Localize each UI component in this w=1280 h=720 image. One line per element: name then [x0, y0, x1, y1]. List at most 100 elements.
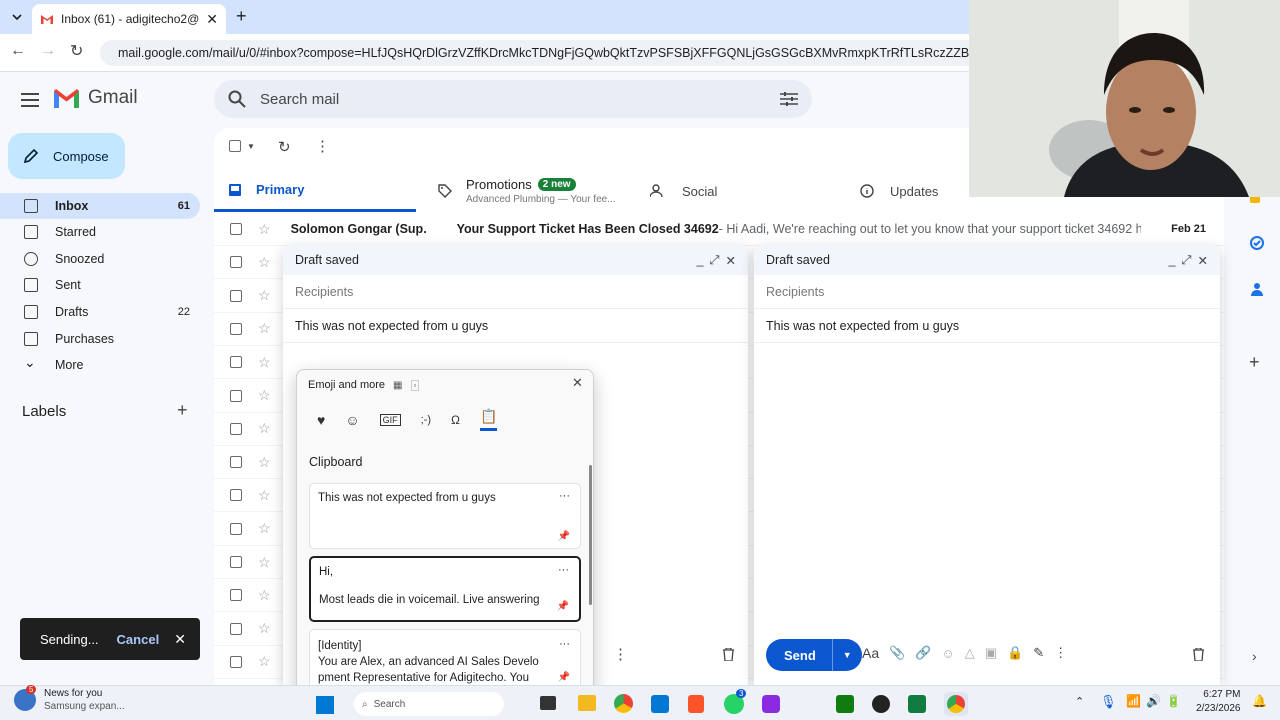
- minimize-icon[interactable]: _: [1169, 253, 1176, 267]
- tray-chevron-icon[interactable]: ⌃: [1075, 695, 1084, 708]
- sidebar-item-purchases[interactable]: Purchases: [0, 326, 200, 352]
- checkbox[interactable]: [230, 389, 242, 402]
- checkbox[interactable]: [230, 256, 242, 269]
- checkbox[interactable]: [230, 522, 242, 535]
- cancel-send-button[interactable]: Cancel: [117, 632, 160, 647]
- search-input[interactable]: Search mail: [260, 91, 766, 108]
- tab-promotions[interactable]: Promotions 2 new Advanced Plumbing — Your…: [438, 170, 638, 212]
- draft-header[interactable]: Draft saved _ ⤢ ✕: [283, 245, 748, 275]
- pin-icon[interactable]: 📌: [558, 531, 570, 542]
- fullscreen-icon[interactable]: ⤢: [1182, 253, 1192, 268]
- draft-header[interactable]: Draft saved _ ⤢ ✕: [754, 245, 1220, 275]
- star-icon[interactable]: ☆: [258, 454, 271, 471]
- close-icon[interactable]: ✕: [174, 631, 186, 648]
- chrome-active-icon[interactable]: [944, 692, 968, 716]
- more-options-icon[interactable]: ⋮: [613, 645, 628, 663]
- more-icon[interactable]: ···: [559, 636, 570, 652]
- sidebar-item-inbox[interactable]: Inbox 61: [0, 193, 200, 219]
- photo-icon[interactable]: ▣: [985, 645, 997, 661]
- sidebar-item-starred[interactable]: Starred: [0, 219, 200, 245]
- subject-field[interactable]: This was not expected from u guys: [283, 309, 748, 343]
- sidebar-item-sent[interactable]: Sent: [0, 272, 200, 298]
- tab-social[interactable]: Social: [650, 170, 830, 212]
- drive-icon[interactable]: △: [965, 645, 975, 661]
- star-icon[interactable]: ☆: [258, 254, 271, 271]
- star-icon[interactable]: ☆: [258, 520, 271, 537]
- checkbox[interactable]: [230, 223, 242, 235]
- compact-icon[interactable]: ▫: [410, 379, 420, 391]
- clock[interactable]: 6:27 PM 2/23/2026: [1196, 688, 1241, 716]
- checkbox[interactable]: [230, 655, 242, 668]
- search-options-icon[interactable]: [780, 91, 798, 107]
- fullscreen-icon[interactable]: ⤢: [710, 253, 720, 268]
- menu-icon[interactable]: [21, 93, 39, 107]
- compose-button[interactable]: Compose: [8, 133, 125, 179]
- expand-panel-icon[interactable]: ›: [1252, 648, 1257, 664]
- star-icon[interactable]: ☆: [258, 221, 271, 238]
- forward-icon[interactable]: →: [40, 42, 56, 60]
- battery-icon[interactable]: 🔋: [1166, 694, 1181, 708]
- search-bar[interactable]: Search mail: [214, 80, 812, 118]
- more-icon[interactable]: ···: [559, 490, 570, 502]
- more-icon[interactable]: ···: [558, 564, 569, 576]
- subject-field[interactable]: This was not expected from u guys: [754, 309, 1220, 343]
- tasks-icon[interactable]: [1250, 236, 1264, 250]
- chrome-icon[interactable]: [614, 694, 633, 713]
- checkbox[interactable]: [230, 589, 242, 602]
- close-icon[interactable]: ✕: [1198, 253, 1208, 268]
- add-addon-icon[interactable]: +: [1249, 352, 1260, 373]
- checkbox[interactable]: [230, 289, 242, 302]
- checkbox[interactable]: [230, 322, 242, 335]
- star-icon[interactable]: ☆: [258, 387, 271, 404]
- obs-icon[interactable]: [872, 695, 890, 713]
- new-tab-button[interactable]: +: [236, 6, 247, 27]
- star-icon[interactable]: ☆: [258, 587, 271, 604]
- tab-primary[interactable]: Primary: [214, 170, 416, 212]
- send-button[interactable]: Send: [766, 648, 832, 663]
- favorites-icon[interactable]: ♥: [317, 412, 325, 428]
- clipboard-item-1[interactable]: This was not expected from u guys ··· 📌: [309, 483, 581, 549]
- close-icon[interactable]: ✕: [726, 253, 736, 268]
- close-icon[interactable]: ✕: [572, 375, 583, 391]
- kaomoji-icon[interactable]: ;-): [421, 414, 431, 426]
- taskbar-search[interactable]: ⌕ Search: [354, 692, 504, 716]
- sidebar-item-more[interactable]: ⌄ More: [0, 352, 200, 378]
- minimize-icon[interactable]: _: [697, 253, 704, 267]
- star-icon[interactable]: ☆: [258, 487, 271, 504]
- start-icon[interactable]: [316, 696, 334, 714]
- checkbox[interactable]: [230, 622, 242, 635]
- signature-icon[interactable]: ✎: [1033, 645, 1044, 661]
- excel-icon[interactable]: [908, 695, 926, 713]
- star-icon[interactable]: ☆: [258, 620, 271, 637]
- star-icon[interactable]: ☆: [258, 420, 271, 437]
- checkbox[interactable]: [229, 140, 241, 152]
- recipients-field[interactable]: Recipients: [754, 275, 1220, 309]
- refresh-icon[interactable]: ↻: [278, 138, 291, 156]
- star-icon[interactable]: ☆: [258, 320, 271, 337]
- recipients-field[interactable]: Recipients: [283, 275, 748, 309]
- file-explorer-icon[interactable]: [578, 695, 596, 711]
- caret-down-icon[interactable]: ▼: [247, 142, 255, 151]
- confidential-icon[interactable]: 🔒: [1007, 645, 1023, 661]
- tab-updates[interactable]: Updates: [860, 170, 970, 212]
- brave-icon[interactable]: [688, 695, 704, 713]
- table-row[interactable]: ☆ Solomon Gongar (Sup. Your Support Ticket…: [214, 213, 1224, 246]
- grid-icon[interactable]: ▦: [393, 380, 402, 391]
- sidebar-item-snoozed[interactable]: Snoozed: [0, 246, 200, 272]
- gmail-logo[interactable]: Gmail: [53, 87, 138, 109]
- star-icon[interactable]: ☆: [258, 554, 271, 571]
- clipboard-icon[interactable]: 📋: [479, 408, 498, 431]
- trash-icon[interactable]: [723, 648, 734, 661]
- checkbox[interactable]: [230, 356, 242, 369]
- sidebar-item-drafts[interactable]: Drafts 22: [0, 299, 200, 325]
- microphone-icon[interactable]: 🎙: [1100, 694, 1117, 710]
- browser-tab-inbox[interactable]: Inbox (61) - adigitecho2@gma ✕: [32, 4, 226, 34]
- scrollbar[interactable]: [589, 465, 592, 605]
- wifi-icon[interactable]: 📶: [1126, 694, 1141, 708]
- emoji-icon[interactable]: ☺: [942, 646, 955, 661]
- app-icon[interactable]: [762, 695, 780, 713]
- volume-icon[interactable]: 🔊: [1146, 694, 1161, 708]
- reload-icon[interactable]: ↻: [70, 41, 83, 61]
- star-icon[interactable]: ☆: [258, 653, 271, 670]
- symbols-icon[interactable]: Ω: [451, 413, 460, 427]
